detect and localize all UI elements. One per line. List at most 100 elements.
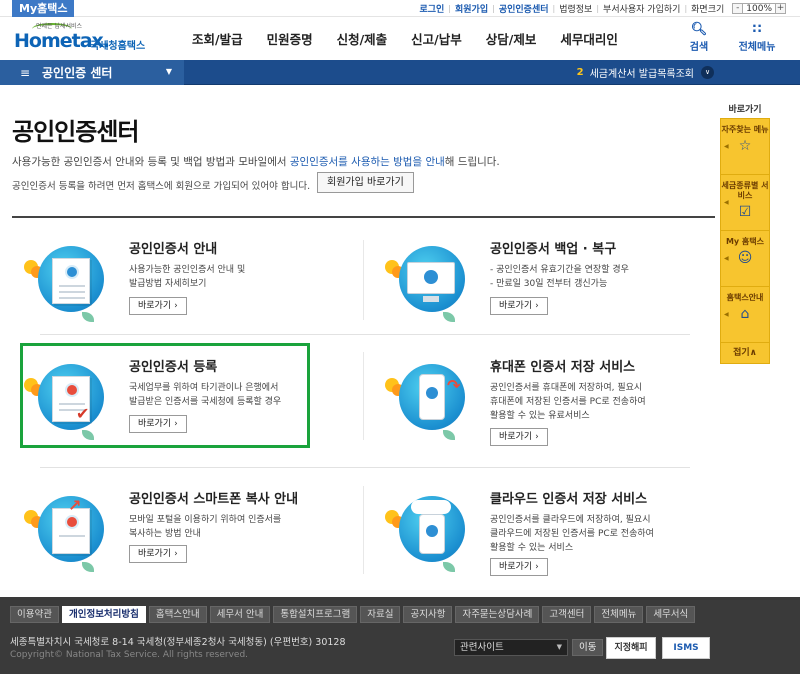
caret-down-icon: ▼ bbox=[556, 643, 562, 651]
quick-item-label: 세금종류별 서비스 bbox=[721, 181, 769, 200]
page-title: 공인인증센터 bbox=[12, 118, 139, 146]
quick-item-tax-types[interactable]: ◀ 세금종류별 서비스 ☑ bbox=[721, 175, 769, 231]
chevron-down-icon[interactable]: ∨ bbox=[701, 66, 714, 79]
gnb-item-filing[interactable]: 신고/납부 bbox=[399, 29, 474, 48]
page-description: 사용가능한 공인인증서 안내와 등록 및 백업 방법과 모바일에서 공인인증서를… bbox=[12, 154, 500, 169]
rolling-number: 2 bbox=[576, 67, 584, 78]
desc-line: 사용가능한 공인인증서 안내 및 bbox=[129, 265, 246, 275]
quick-links-title: 바로가기 bbox=[728, 105, 762, 115]
go-button[interactable]: 바로가기 › bbox=[129, 545, 187, 563]
site-footer: 이용약관 개인정보처리방침 홈택스안내 세무서 안내 통합설치프로그램 자료실 … bbox=[0, 597, 800, 674]
footer-link-support[interactable]: 고객센터 bbox=[542, 606, 592, 623]
go-button[interactable]: 바로가기 › bbox=[490, 297, 548, 315]
card-phone-cert: ↷ 휴대폰 인증서 저장 서비스 공인인증서를 휴대폰에 저장하여, 필요시 휴… bbox=[385, 356, 685, 456]
zoom-control: - 100% + bbox=[732, 3, 786, 14]
footer-link-notice[interactable]: 공지사항 bbox=[403, 606, 453, 623]
chevron-right-icon: › bbox=[174, 549, 178, 559]
checkbox-icon: ☑ bbox=[738, 204, 752, 220]
go-button[interactable]: 바로가기 › bbox=[490, 428, 548, 446]
cert-document-illustration bbox=[24, 238, 114, 328]
login-link[interactable]: 로그인 bbox=[415, 2, 448, 15]
gnb-item-inquiry[interactable]: 조회/발급 bbox=[180, 29, 255, 48]
grid-icon: ∷ bbox=[752, 22, 762, 37]
desc-line: 공인인증서를 클라우드에 저장하여, 필요시 bbox=[490, 515, 651, 525]
card-cloud-cert: 클라우드 인증서 저장 서비스 공인인증서를 클라우드에 저장하여, 필요시 클… bbox=[385, 488, 685, 588]
rolling-notice[interactable]: 2 세금계산서 발급목록조회 bbox=[577, 60, 694, 85]
desc-line: - 만료일 30일 전부터 갱신가능 bbox=[490, 279, 608, 289]
arrow-left-icon: ◀ bbox=[724, 199, 729, 206]
footer-link-privacy[interactable]: 개인정보처리방침 bbox=[61, 606, 146, 623]
law-info-link[interactable]: 법령정보 bbox=[555, 2, 596, 15]
phone-illustration: ↷ bbox=[385, 356, 475, 446]
footer-link-forms[interactable]: 세무서식 bbox=[646, 606, 696, 623]
column-divider bbox=[363, 352, 364, 440]
location-bar: ≡ 공인인증 센터 ▼ 2 세금계산서 발급목록조회 ∨ bbox=[0, 60, 800, 85]
quick-item-label: 홈택스안내 bbox=[726, 293, 764, 302]
card-smartphone-copy: ↗ 공인인증서 스마트폰 복사 안내 모바일 포털을 이용하기 위하여 인증서를… bbox=[24, 488, 324, 588]
all-menu-label: 전체메뉴 bbox=[738, 42, 776, 53]
chevron-right-icon: › bbox=[535, 562, 539, 572]
desc-line: 클라우드에 저장된 인증서를 PC로 전송하여 bbox=[490, 529, 654, 539]
desc-highlight: 공인인증서를 사용하는 방법을 안내 bbox=[289, 156, 445, 168]
quick-item-label: My 홈택스 bbox=[725, 237, 765, 246]
chevron-right-icon: › bbox=[535, 301, 539, 311]
go-button[interactable]: 바로가기 › bbox=[490, 558, 548, 576]
quick-item-label: 자주찾는 메뉴 bbox=[721, 125, 769, 134]
zoom-out-button[interactable]: - bbox=[732, 3, 744, 14]
zoom-value: 100% bbox=[743, 3, 775, 14]
card-title: 클라우드 인증서 저장 서비스 bbox=[490, 492, 648, 507]
chevron-right-icon: › bbox=[535, 432, 539, 442]
card-description: 공인인증서를 휴대폰에 저장하여, 필요시 휴대폰에 저장된 인증서를 PC로 … bbox=[490, 381, 646, 423]
my-hometax-tab[interactable]: My홈택스 bbox=[12, 0, 75, 17]
chevron-right-icon: › bbox=[174, 301, 178, 311]
footer-nav: 이용약관 개인정보처리방침 홈택스안내 세무서 안내 통합설치프로그램 자료실 … bbox=[10, 606, 698, 623]
go-label: 바로가기 bbox=[499, 432, 533, 442]
selection-highlight bbox=[20, 343, 310, 448]
footer-link-faq[interactable]: 자주묻는상담사례 bbox=[455, 606, 540, 623]
logo-korean-name: 국세청홈택스 bbox=[90, 41, 146, 52]
quick-item-favorites[interactable]: ◀ 자주찾는 메뉴 ☆ bbox=[721, 119, 769, 175]
gnb-item-tax-agent[interactable]: 세무대리인 bbox=[548, 29, 630, 48]
arrow-curve-icon: ↷ bbox=[447, 376, 461, 395]
footer-link-hometax-guide[interactable]: 홈택스안내 bbox=[148, 606, 207, 623]
footer-link-all-menu[interactable]: 전체메뉴 bbox=[594, 606, 644, 623]
hometax-logo[interactable]: 언제든 납세서비스 Hometax. 국세청홈택스 bbox=[12, 21, 162, 53]
column-divider bbox=[363, 486, 364, 574]
card-description: 공인인증서를 클라우드에 저장하여, 필요시 클라우드에 저장된 인증서를 PC… bbox=[490, 513, 654, 555]
go-button[interactable]: 바로가기 › bbox=[129, 297, 187, 315]
quick-item-guide[interactable]: ◀ 홈택스안내 ⌂ bbox=[721, 287, 769, 343]
related-site-value: 관련사이트 bbox=[460, 642, 504, 653]
dept-user-signup-link[interactable]: 부서사용자 가입하기 bbox=[599, 2, 684, 15]
global-nav: 조회/발급 민원증명 신청/제출 신고/납부 상담/제보 세무대리인 bbox=[180, 18, 630, 58]
gnb-item-certificates[interactable]: 민원증명 bbox=[255, 29, 325, 48]
gnb-item-application[interactable]: 신청/제출 bbox=[325, 29, 400, 48]
arrow-left-icon: ◀ bbox=[724, 255, 729, 262]
signup-link[interactable]: 회원가입 bbox=[451, 2, 492, 15]
all-menu-button[interactable]: ∷ 전체메뉴 bbox=[728, 22, 786, 53]
desc-line: 공인인증서를 휴대폰에 저장하여, 필요시 bbox=[490, 383, 643, 393]
signup-shortcut-button[interactable]: 회원가입 바로가기 bbox=[317, 172, 414, 193]
footer-link-tax-office[interactable]: 세무서 안내 bbox=[209, 606, 271, 623]
footer-link-installer[interactable]: 통합설치프로그램 bbox=[273, 606, 358, 623]
zoom-in-button[interactable]: + bbox=[775, 3, 786, 14]
fold-button[interactable]: 접기∧ bbox=[721, 343, 769, 363]
card-title: 공인인증서 백업 · 복구 bbox=[490, 242, 617, 257]
desc-line: 발급방법 자세히보기 bbox=[129, 279, 207, 289]
desc-text: 해 드립니다. bbox=[444, 156, 500, 168]
column-divider bbox=[363, 240, 364, 320]
hamburger-icon: ≡ bbox=[20, 65, 31, 80]
search-icon: 🔍︎ bbox=[690, 22, 708, 37]
footer-link-terms[interactable]: 이용약관 bbox=[10, 606, 59, 623]
desc-text: 사용가능한 공인인증서 안내와 등록 및 백업 방법과 모바일에서 bbox=[12, 156, 290, 168]
cert-center-link[interactable]: 공인인증센터 bbox=[495, 2, 553, 15]
section-divider bbox=[12, 216, 715, 218]
quick-item-my-hometax[interactable]: ◀ My 홈택스 ☺ bbox=[721, 231, 769, 287]
certification-badge: 지정해피 bbox=[606, 637, 656, 659]
footer-link-archive[interactable]: 자료실 bbox=[360, 606, 401, 623]
search-button[interactable]: 🔍︎ 검색 bbox=[670, 22, 728, 53]
related-site-select[interactable]: 관련사이트 ▼ bbox=[454, 639, 568, 656]
location-dropdown[interactable]: ≡ 공인인증 센터 ▼ bbox=[0, 60, 184, 85]
gnb-item-consult[interactable]: 상담/제보 bbox=[474, 29, 549, 48]
desc-line: 휴대폰에 저장된 인증서를 PC로 전송하여 bbox=[490, 397, 646, 407]
related-site-go-button[interactable]: 이동 bbox=[572, 639, 604, 656]
